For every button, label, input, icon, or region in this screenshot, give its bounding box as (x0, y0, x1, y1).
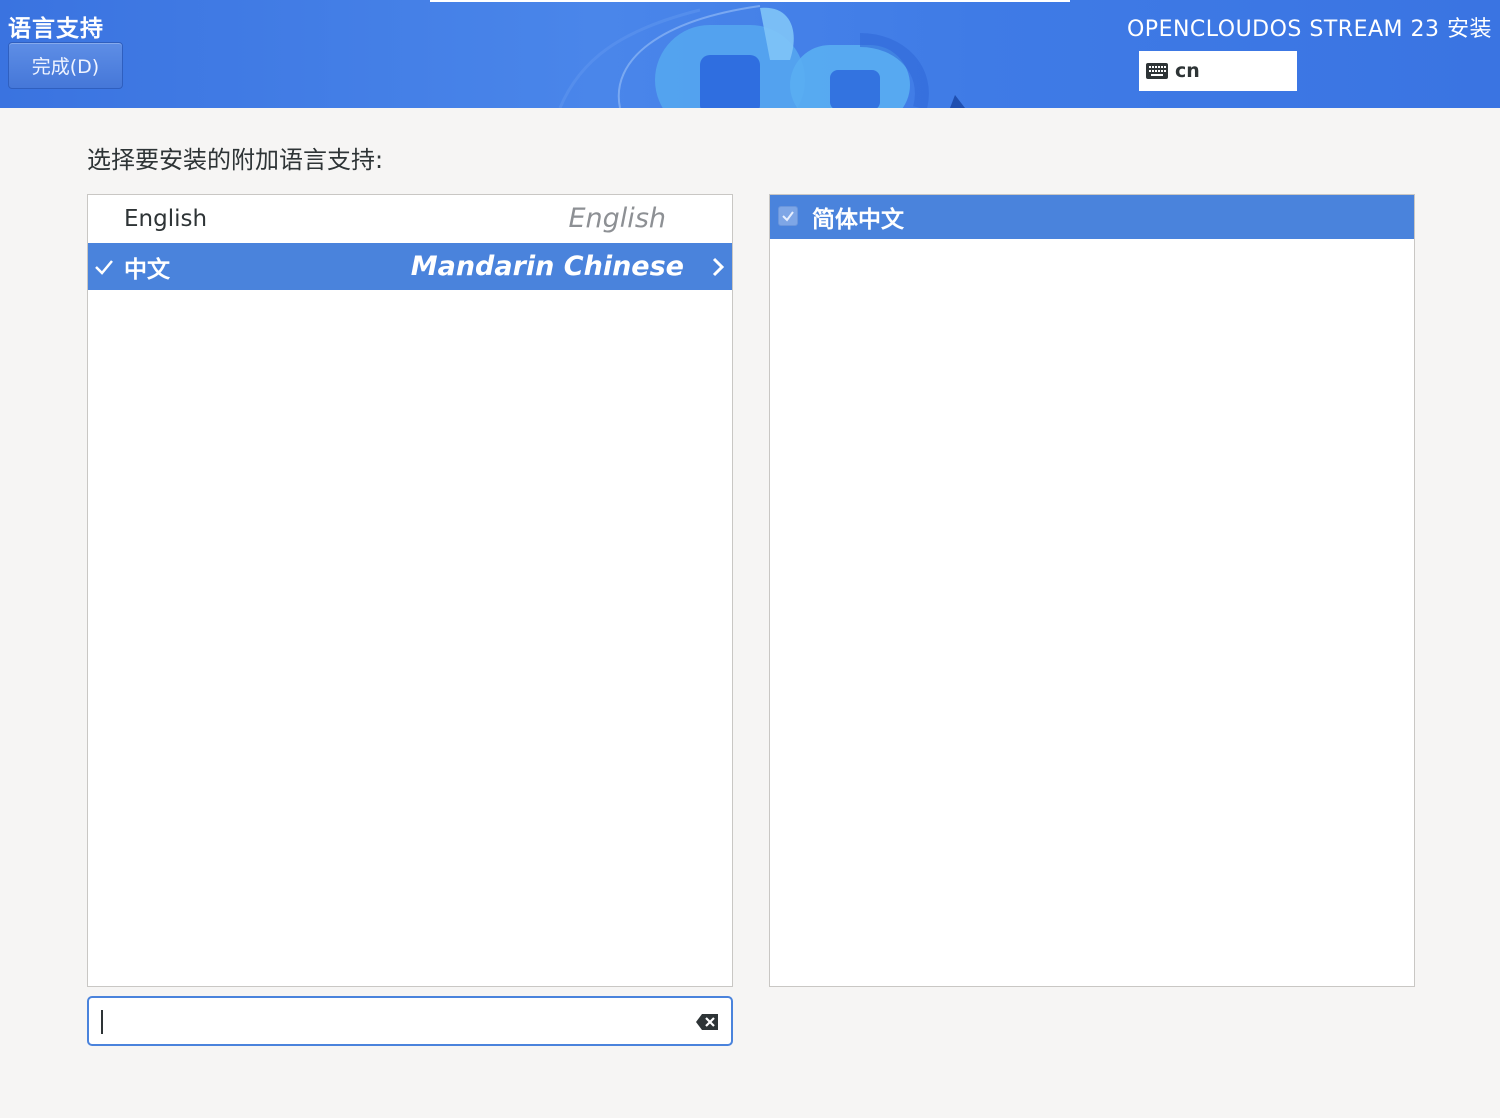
clear-text-icon[interactable] (695, 1013, 719, 1031)
locale-label: 简体中文 (812, 207, 904, 233)
chevron-right-icon (712, 257, 725, 277)
keyboard-layout-indicator[interactable]: cn (1139, 51, 1297, 91)
language-native-name: English (124, 205, 208, 232)
header-bar: 语言支持 完成(D) OPENCLOUDOS STREAM 23 安装 cn (0, 0, 1500, 108)
product-title: OPENCLOUDOS STREAM 23 安装 (1126, 17, 1492, 42)
language-search-field[interactable] (87, 996, 733, 1046)
language-list[interactable]: English English 中文 Mandarin Chinese (87, 194, 733, 987)
language-row-english[interactable]: English English (88, 195, 732, 242)
locale-row-simplified-chinese[interactable]: 简体中文 (770, 195, 1414, 239)
done-button[interactable]: 完成(D) (8, 42, 123, 89)
top-highlight-bar (430, 0, 1070, 2)
checkmark-icon (95, 260, 113, 275)
spoke-title: 语言支持 (8, 16, 104, 42)
language-english-name: Mandarin Chinese (410, 251, 684, 282)
locale-checkbox[interactable] (778, 206, 798, 226)
language-native-name: 中文 (124, 256, 170, 283)
keyboard-icon (1146, 63, 1168, 79)
locale-list[interactable]: 简体中文 (769, 194, 1415, 987)
language-row-chinese[interactable]: 中文 Mandarin Chinese (88, 243, 732, 290)
language-search-input[interactable] (99, 1004, 683, 1040)
language-prompt: 选择要安装的附加语言支持: (87, 146, 384, 174)
language-english-name: English (568, 203, 667, 234)
keyboard-layout-label: cn (1175, 60, 1200, 82)
checkbox-check-icon (782, 211, 794, 222)
